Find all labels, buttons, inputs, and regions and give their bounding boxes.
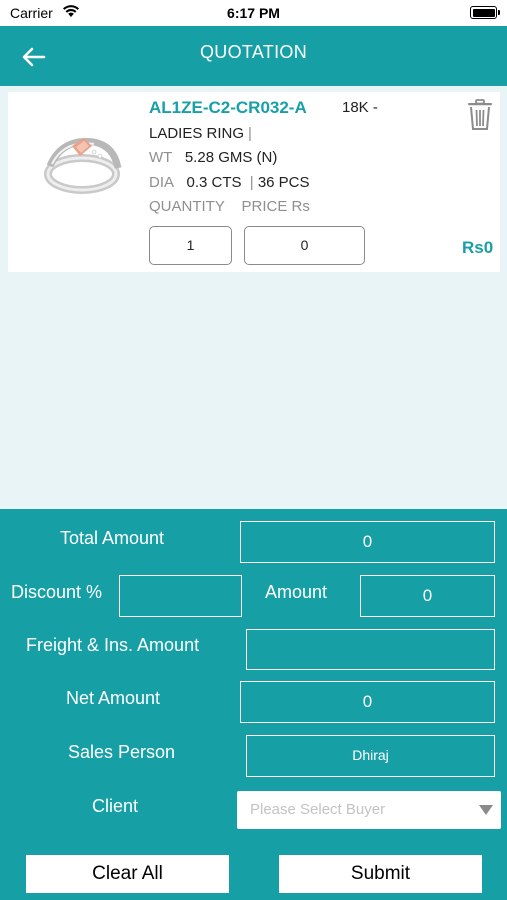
discount-label: Discount % xyxy=(11,582,103,602)
weight-label: WT xyxy=(149,149,173,166)
total-amount-field[interactable]: 0 xyxy=(240,521,495,563)
price-label: PRICE Rs xyxy=(241,198,310,215)
quotation-summary-panel: Total Amount 0 Discount % Amount 0 Freig… xyxy=(0,509,507,900)
total-amount-label: Total Amount xyxy=(60,528,165,548)
amount-label: Amount xyxy=(265,582,328,602)
client-label: Client xyxy=(92,796,139,816)
weight-value: 5.28 GMS (N) xyxy=(184,149,278,166)
diamond-carat: 0.3 CTS xyxy=(186,174,242,191)
client-select[interactable]: Please Select Buyer xyxy=(237,791,501,829)
separator: | xyxy=(248,125,252,142)
page-title: QUOTATION xyxy=(199,42,308,62)
chevron-down-icon xyxy=(479,805,493,815)
sales-person-field[interactable]: Dhiraj xyxy=(246,735,495,777)
trash-icon[interactable] xyxy=(466,99,494,131)
status-bar: Carrier 6:17 PM xyxy=(0,0,507,26)
diamond-label: DIA xyxy=(149,174,175,191)
separator: | xyxy=(249,174,254,191)
item-weight-row: WT 5.28 GMS (N) xyxy=(149,149,277,166)
clear-all-button[interactable]: Clear All xyxy=(26,855,229,893)
net-amount-label: Net Amount xyxy=(66,688,161,708)
client-placeholder: Please Select Buyer xyxy=(250,801,386,818)
item-diamond-row: DIA 0.3 CTS | 36 PCS xyxy=(149,174,310,191)
item-total: Rs0 xyxy=(462,238,494,257)
item-category: LADIES RING xyxy=(149,125,245,142)
quantity-label: QUANTITY xyxy=(149,198,225,215)
item-purity: 18K - xyxy=(342,99,378,116)
submit-button[interactable]: Submit xyxy=(279,855,482,893)
quotation-item-card: AL1ZE-C2-CR032-A 18K - LADIES RING | WT 5… xyxy=(8,92,500,272)
item-category-row: LADIES RING | xyxy=(149,125,252,142)
battery-icon xyxy=(470,6,500,19)
clock: 6:17 PM xyxy=(227,5,280,21)
freight-field[interactable] xyxy=(246,629,495,670)
discount-field[interactable] xyxy=(119,575,242,617)
net-amount-field[interactable]: 0 xyxy=(240,681,495,723)
discount-amount-field[interactable]: 0 xyxy=(360,575,495,617)
quantity-field[interactable]: 1 xyxy=(149,226,232,265)
diamond-pieces: 36 PCS xyxy=(257,174,310,191)
header-bar: QUOTATION xyxy=(0,26,507,86)
freight-label: Freight & Ins. Amount xyxy=(26,635,200,655)
ring-product-image xyxy=(44,138,122,194)
price-field[interactable]: 0 xyxy=(244,226,365,265)
item-sku: AL1ZE-C2-CR032-A xyxy=(149,98,307,117)
sales-person-label: Sales Person xyxy=(68,742,176,762)
item-fields-header: QUANTITY PRICE Rs xyxy=(149,198,310,215)
